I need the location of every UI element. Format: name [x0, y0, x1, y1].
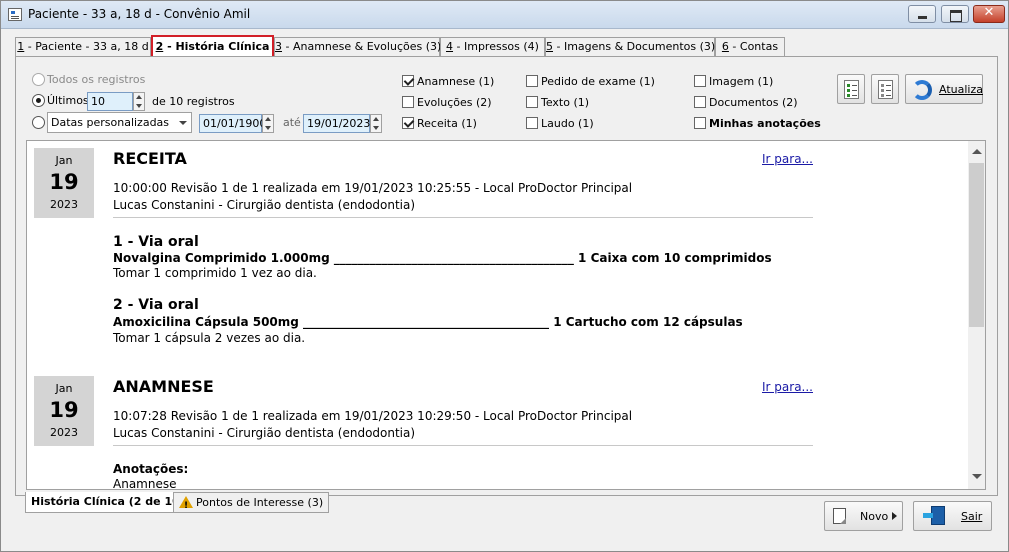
receita-label: Receita (1) [417, 117, 477, 130]
tab-paciente[interactable]: 1 - Paciente - 33 a, 18 d [15, 37, 151, 56]
laudo-label: Laudo (1) [541, 117, 594, 130]
refresh-icon [912, 80, 932, 100]
check-all-button[interactable] [837, 74, 865, 104]
chevron-down-icon [179, 121, 187, 125]
goto-link[interactable]: Ir para... [762, 152, 813, 166]
novo-button[interactable]: Novo [824, 501, 903, 531]
notes-label: Anotações: [113, 462, 189, 476]
close-icon: ✕ [983, 5, 995, 20]
sair-button[interactable]: Sair [913, 501, 992, 531]
record-author: Lucas Constanini - Cirurgião dentista (e… [113, 198, 416, 212]
record-title: ANAMNESE [113, 377, 214, 396]
record-separator [113, 445, 813, 446]
imagem-checkbox[interactable] [694, 75, 706, 87]
texto-checkbox[interactable] [526, 96, 538, 108]
prescription-item-instruction: Tomar 1 cápsula 2 vezes ao dia. [113, 331, 306, 345]
documentos-checkbox[interactable] [694, 96, 706, 108]
exit-door-icon [923, 506, 947, 526]
record-info: 10:07:28 Revisão 1 de 1 realizada em 19/… [113, 409, 633, 423]
tab-impressos[interactable]: 4 - Impressos (4) [440, 37, 545, 56]
record-date-badge: Jan 19 2023 [34, 148, 94, 218]
anamnese-checkbox[interactable] [402, 75, 414, 87]
notes-value: Anamnese [113, 477, 177, 490]
maximize-button[interactable] [941, 5, 969, 23]
date-from-stepper[interactable] [262, 114, 274, 133]
vertical-scrollbar[interactable] [968, 141, 985, 489]
list-icon [878, 80, 893, 99]
tab-imagens-documentos[interactable]: 5 - Imagens & Documentos (3) [545, 37, 715, 56]
record-separator [113, 217, 813, 218]
receita-checkbox[interactable] [402, 117, 414, 129]
date-from-input[interactable]: 01/01/1900 [199, 114, 266, 133]
record-title: RECEITA [113, 149, 187, 168]
record-author: Lucas Constanini - Cirurgião dentista (e… [113, 426, 416, 440]
scroll-thumb[interactable] [969, 163, 984, 327]
prescription-item-title: 2 - Via oral [113, 297, 199, 313]
minhas-anotacoes-checkbox[interactable] [694, 117, 706, 129]
tab-contas[interactable]: 6 - Contas [715, 37, 785, 56]
prescription-item-title: 1 - Via oral [113, 234, 199, 250]
record-info: 10:00:00 Revisão 1 de 1 realizada em 19/… [113, 181, 633, 195]
evolucoes-checkbox[interactable] [402, 96, 414, 108]
uncheck-all-button[interactable] [871, 74, 899, 104]
prescription-item-drug: Novalgina Comprimido 1.000mg ___________… [113, 251, 772, 265]
last-records-radio[interactable] [32, 94, 45, 107]
record-date-badge: Jan 19 2023 [34, 376, 94, 446]
app-icon [8, 8, 22, 21]
imagem-label: Imagem (1) [709, 75, 774, 88]
prescription-item-drug: Amoxicilina Cápsula 500mg ______________… [113, 315, 743, 329]
last-records-input[interactable]: 10 [87, 92, 133, 111]
patient-window: Paciente - 33 a, 18 d - Convênio Amil ✕ … [0, 0, 1009, 552]
minhas-anotacoes-label: Minhas anotações [709, 117, 821, 130]
window-title: Paciente - 33 a, 18 d - Convênio Amil [28, 7, 251, 21]
tab-historia-clinica[interactable]: 2 - História Clínica [151, 35, 274, 57]
arrow-right-icon [892, 512, 897, 520]
refresh-button[interactable]: Atualiza [905, 74, 983, 104]
laudo-checkbox[interactable] [526, 117, 538, 129]
texto-label: Texto (1) [541, 96, 590, 109]
pedido-exame-label: Pedido de exame (1) [541, 75, 655, 88]
date-to-input[interactable]: 19/01/2023 [303, 114, 370, 133]
last-records-label: Últimos [47, 94, 89, 107]
of-records-label: de 10 registros [152, 95, 235, 108]
warning-icon [179, 496, 193, 516]
date-to-stepper[interactable] [370, 114, 382, 133]
last-records-stepper[interactable] [133, 92, 145, 111]
until-label: até [283, 116, 301, 129]
custom-dates-select[interactable]: Datas personalizadas [47, 112, 192, 133]
anamnese-label: Anamnese (1) [417, 75, 495, 88]
scroll-up-icon[interactable] [972, 149, 982, 154]
close-button[interactable]: ✕ [973, 5, 1005, 23]
checklist-icon [844, 80, 859, 99]
title-bar: Paciente - 33 a, 18 d - Convênio Amil ✕ [1, 1, 1008, 29]
history-panel: Todos os registros Últimos 10 de 10 regi… [15, 56, 998, 496]
all-records-label: Todos os registros [47, 73, 146, 86]
minimize-button[interactable] [908, 5, 936, 23]
scroll-down-icon[interactable] [972, 474, 982, 479]
documentos-label: Documentos (2) [709, 96, 798, 109]
evolucoes-label: Evoluções (2) [417, 96, 492, 109]
custom-dates-radio[interactable] [32, 116, 45, 129]
prescription-item-instruction: Tomar 1 comprimido 1 vez ao dia. [113, 266, 317, 280]
records-viewer[interactable]: Jan 19 2023 RECEITA Ir para... 10:00:00 … [26, 140, 986, 490]
tab-history-count[interactable]: História Clínica (2 de 10) [25, 492, 191, 513]
goto-link[interactable]: Ir para... [762, 380, 813, 394]
new-document-icon [833, 508, 846, 524]
pedido-exame-checkbox[interactable] [526, 75, 538, 87]
tab-anamnese-evolucoes[interactable]: 3 - Anamnese & Evoluções (3) [274, 37, 441, 56]
all-records-radio[interactable] [32, 73, 45, 86]
tab-points-of-interest[interactable]: Pontos de Interesse (3) [173, 492, 330, 516]
